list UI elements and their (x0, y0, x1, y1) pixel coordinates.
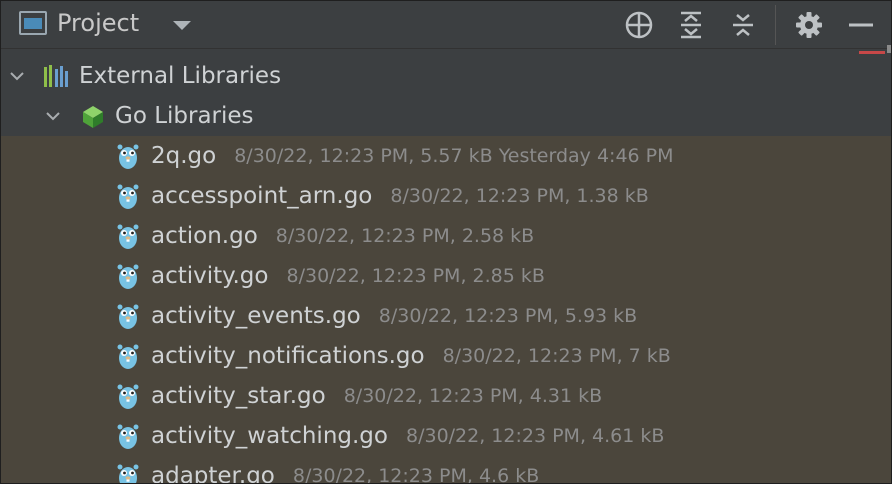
file-name: adapter.go (151, 463, 275, 484)
file-row[interactable]: accesspoint_arn.go 8/30/22, 12:23 PM, 1.3… (1, 176, 891, 216)
go-file-icon (117, 302, 139, 330)
go-file-icon (117, 182, 139, 210)
file-metadata: 8/30/22, 12:23 PM, 4.61 kB (405, 425, 665, 447)
expand-all-icon[interactable] (675, 9, 707, 41)
file-row[interactable]: activity.go 8/30/22, 12:23 PM, 2.85 kB (1, 256, 891, 296)
file-metadata: 8/30/22, 12:23 PM, 1.38 kB (390, 185, 649, 207)
file-metadata: 8/30/22, 12:23 PM, 7 kB (442, 345, 671, 367)
file-row[interactable]: activity_events.go 8/30/22, 12:23 PM, 5.9… (1, 296, 891, 336)
locate-icon[interactable] (623, 9, 655, 41)
file-row[interactable]: activity_watching.go 8/30/22, 12:23 PM, 4… (1, 416, 891, 456)
external-libraries-label: External Libraries (79, 63, 282, 89)
tree-node-go-libraries[interactable]: Go Libraries (1, 96, 891, 136)
go-libraries-icon (83, 106, 103, 128)
project-tool-window: Project External Libraries Go Libraries … (0, 0, 892, 484)
file-row[interactable]: adapter.go 8/30/22, 12:23 PM, 4.6 kB (1, 456, 891, 484)
file-name: activity_watching.go (151, 423, 388, 449)
file-metadata: 8/30/22, 12:23 PM, 5.93 kB (378, 305, 638, 327)
project-header: Project (1, 1, 891, 49)
file-name: accesspoint_arn.go (151, 183, 373, 209)
go-libraries-label: Go Libraries (115, 103, 254, 129)
project-view-icon (19, 11, 47, 35)
go-file-icon (117, 422, 139, 450)
chevron-down-icon[interactable] (9, 68, 25, 84)
file-metadata: 8/30/22, 12:23 PM, 5.57 kB Yesterday 4:4… (234, 145, 674, 167)
library-icon (44, 65, 68, 87)
dropdown-arrow-icon[interactable] (173, 21, 191, 30)
file-name: activity.go (151, 263, 269, 289)
collapse-all-icon[interactable] (727, 9, 759, 41)
file-name: activity_events.go (151, 303, 361, 329)
go-file-icon (117, 142, 139, 170)
tree-node-external-libraries[interactable]: External Libraries (1, 56, 891, 96)
go-file-icon (117, 262, 139, 290)
minimize-icon[interactable] (845, 9, 877, 41)
go-file-icon (117, 462, 139, 483)
file-metadata: 8/30/22, 12:23 PM, 2.58 kB (275, 225, 535, 247)
project-tree: External Libraries Go Libraries 2q.go 8/3… (1, 50, 891, 484)
go-file-icon (117, 382, 139, 410)
go-file-icon (117, 222, 139, 250)
file-name: action.go (151, 223, 258, 249)
file-row[interactable]: 2q.go 8/30/22, 12:23 PM, 5.57 kB Yesterda… (1, 136, 891, 176)
file-metadata: 8/30/22, 12:23 PM, 4.6 kB (292, 465, 540, 484)
file-row[interactable]: activity_notifications.go 8/30/22, 12:23 … (1, 336, 891, 376)
file-metadata: 8/30/22, 12:23 PM, 4.31 kB (343, 385, 603, 407)
file-name: activity_notifications.go (151, 343, 425, 369)
file-row[interactable]: activity_star.go 8/30/22, 12:23 PM, 4.31 … (1, 376, 891, 416)
go-file-icon (117, 342, 139, 370)
toolbar-divider (775, 5, 776, 45)
file-name: activity_star.go (151, 383, 326, 409)
gear-icon[interactable] (793, 9, 825, 41)
file-row[interactable]: action.go 8/30/22, 12:23 PM, 2.58 kB (1, 216, 891, 256)
file-metadata: 8/30/22, 12:23 PM, 2.85 kB (286, 265, 545, 287)
project-title[interactable]: Project (57, 9, 139, 37)
file-name: 2q.go (151, 143, 217, 169)
chevron-down-icon[interactable] (45, 108, 61, 124)
